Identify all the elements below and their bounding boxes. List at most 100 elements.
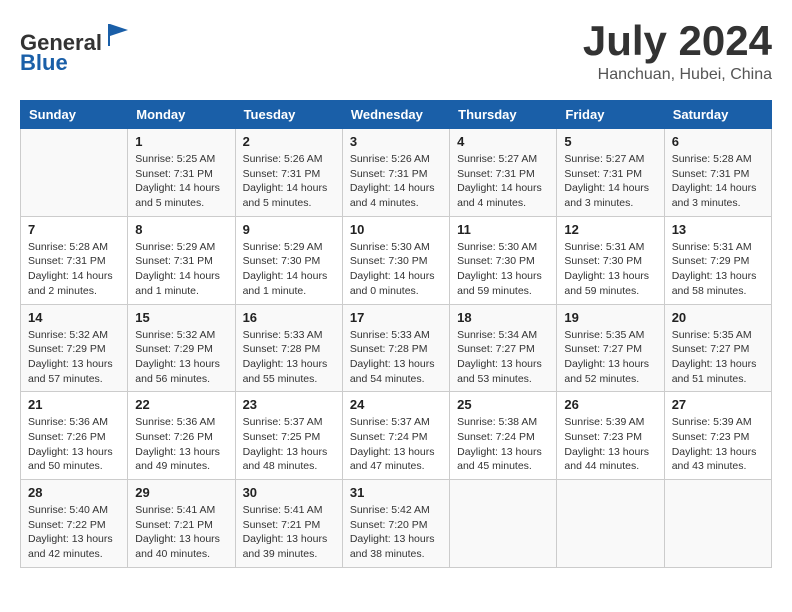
day-info: Sunrise: 5:37 AMSunset: 7:25 PMDaylight:… <box>243 415 335 474</box>
calendar-cell: 25 Sunrise: 5:38 AMSunset: 7:24 PMDayligh… <box>450 392 557 480</box>
calendar-cell: 11 Sunrise: 5:30 AMSunset: 7:30 PMDayligh… <box>450 216 557 304</box>
day-info: Sunrise: 5:29 AMSunset: 7:31 PMDaylight:… <box>135 240 227 299</box>
day-number: 26 <box>564 397 656 412</box>
calendar-cell: 3 Sunrise: 5:26 AMSunset: 7:31 PMDaylight… <box>342 129 449 217</box>
day-info: Sunrise: 5:33 AMSunset: 7:28 PMDaylight:… <box>243 328 335 387</box>
calendar-header: SundayMondayTuesdayWednesdayThursdayFrid… <box>21 101 772 129</box>
day-info: Sunrise: 5:39 AMSunset: 7:23 PMDaylight:… <box>672 415 764 474</box>
calendar-cell: 28Sunrise: 5:40 AMSunset: 7:22 PMDayligh… <box>21 480 128 568</box>
calendar-cell: 21 Sunrise: 5:36 AMSunset: 7:26 PMDayligh… <box>21 392 128 480</box>
day-info: Sunrise: 5:26 AMSunset: 7:31 PMDaylight:… <box>243 152 335 211</box>
day-info: Sunrise: 5:27 AMSunset: 7:31 PMDaylight:… <box>457 152 549 211</box>
calendar-cell: 10 Sunrise: 5:30 AMSunset: 7:30 PMDayligh… <box>342 216 449 304</box>
day-number: 6 <box>672 134 764 149</box>
day-info: Sunrise: 5:35 AMSunset: 7:27 PMDaylight:… <box>564 328 656 387</box>
calendar-cell: 4 Sunrise: 5:27 AMSunset: 7:31 PMDaylight… <box>450 129 557 217</box>
month-title: July 2024 <box>583 20 772 62</box>
location-text: Hanchuan, Hubei, China <box>583 66 772 84</box>
day-number: 12 <box>564 222 656 237</box>
calendar-cell: 12 Sunrise: 5:31 AMSunset: 7:30 PMDayligh… <box>557 216 664 304</box>
page-header: General Blue July 2024 Hanchuan, Hubei, … <box>20 20 772 84</box>
calendar-cell: 20Sunrise: 5:35 AMSunset: 7:27 PMDayligh… <box>664 304 771 392</box>
logo: General Blue <box>20 20 134 75</box>
day-number: 8 <box>135 222 227 237</box>
day-number: 29 <box>135 485 227 500</box>
calendar-cell: 18 Sunrise: 5:34 AMSunset: 7:27 PMDayligh… <box>450 304 557 392</box>
day-info: Sunrise: 5:36 AMSunset: 7:26 PMDaylight:… <box>28 415 120 474</box>
calendar-cell: 24 Sunrise: 5:37 AMSunset: 7:24 PMDayligh… <box>342 392 449 480</box>
day-number: 14 <box>28 310 120 325</box>
day-info: Sunrise: 5:37 AMSunset: 7:24 PMDaylight:… <box>350 415 442 474</box>
day-info: Sunrise: 5:42 AMSunset: 7:20 PMDaylight:… <box>350 503 442 562</box>
col-header-sunday: Sunday <box>21 101 128 129</box>
calendar-cell <box>450 480 557 568</box>
day-info: Sunrise: 5:35 AMSunset: 7:27 PMDaylight:… <box>672 328 764 387</box>
calendar-cell <box>664 480 771 568</box>
day-info: Sunrise: 5:38 AMSunset: 7:24 PMDaylight:… <box>457 415 549 474</box>
day-number: 23 <box>243 397 335 412</box>
day-number: 9 <box>243 222 335 237</box>
day-info: Sunrise: 5:28 AMSunset: 7:31 PMDaylight:… <box>28 240 120 299</box>
calendar-cell: 5 Sunrise: 5:27 AMSunset: 7:31 PMDaylight… <box>557 129 664 217</box>
day-number: 11 <box>457 222 549 237</box>
day-info: Sunrise: 5:36 AMSunset: 7:26 PMDaylight:… <box>135 415 227 474</box>
day-number: 5 <box>564 134 656 149</box>
day-info: Sunrise: 5:27 AMSunset: 7:31 PMDaylight:… <box>564 152 656 211</box>
day-info: Sunrise: 5:32 AMSunset: 7:29 PMDaylight:… <box>28 328 120 387</box>
day-number: 21 <box>28 397 120 412</box>
day-number: 31 <box>350 485 442 500</box>
day-number: 10 <box>350 222 442 237</box>
calendar-cell: 2 Sunrise: 5:26 AMSunset: 7:31 PMDaylight… <box>235 129 342 217</box>
calendar-cell: 7 Sunrise: 5:28 AMSunset: 7:31 PMDaylight… <box>21 216 128 304</box>
calendar-cell: 30Sunrise: 5:41 AMSunset: 7:21 PMDayligh… <box>235 480 342 568</box>
calendar-cell: 6 Sunrise: 5:28 AMSunset: 7:31 PMDaylight… <box>664 129 771 217</box>
day-info: Sunrise: 5:29 AMSunset: 7:30 PMDaylight:… <box>243 240 335 299</box>
col-header-monday: Monday <box>128 101 235 129</box>
calendar-cell: 8 Sunrise: 5:29 AMSunset: 7:31 PMDaylight… <box>128 216 235 304</box>
day-number: 13 <box>672 222 764 237</box>
day-info: Sunrise: 5:30 AMSunset: 7:30 PMDaylight:… <box>350 240 442 299</box>
calendar-cell: 16 Sunrise: 5:33 AMSunset: 7:28 PMDayligh… <box>235 304 342 392</box>
day-number: 15 <box>135 310 227 325</box>
calendar-cell: 13 Sunrise: 5:31 AMSunset: 7:29 PMDayligh… <box>664 216 771 304</box>
calendar-cell: 14 Sunrise: 5:32 AMSunset: 7:29 PMDayligh… <box>21 304 128 392</box>
calendar-cell: 1 Sunrise: 5:25 AMSunset: 7:31 PMDaylight… <box>128 129 235 217</box>
day-number: 16 <box>243 310 335 325</box>
day-info: Sunrise: 5:41 AMSunset: 7:21 PMDaylight:… <box>135 503 227 562</box>
day-number: 3 <box>350 134 442 149</box>
calendar-cell: 22Sunrise: 5:36 AMSunset: 7:26 PMDayligh… <box>128 392 235 480</box>
col-header-wednesday: Wednesday <box>342 101 449 129</box>
calendar-table: SundayMondayTuesdayWednesdayThursdayFrid… <box>20 100 772 568</box>
day-info: Sunrise: 5:39 AMSunset: 7:23 PMDaylight:… <box>564 415 656 474</box>
calendar-cell: 19Sunrise: 5:35 AMSunset: 7:27 PMDayligh… <box>557 304 664 392</box>
day-info: Sunrise: 5:40 AMSunset: 7:22 PMDaylight:… <box>28 503 120 562</box>
day-info: Sunrise: 5:41 AMSunset: 7:21 PMDaylight:… <box>243 503 335 562</box>
day-number: 17 <box>350 310 442 325</box>
day-info: Sunrise: 5:26 AMSunset: 7:31 PMDaylight:… <box>350 152 442 211</box>
day-info: Sunrise: 5:28 AMSunset: 7:31 PMDaylight:… <box>672 152 764 211</box>
calendar-cell: 27 Sunrise: 5:39 AMSunset: 7:23 PMDayligh… <box>664 392 771 480</box>
day-number: 1 <box>135 134 227 149</box>
title-block: July 2024 Hanchuan, Hubei, China <box>583 20 772 84</box>
day-number: 4 <box>457 134 549 149</box>
day-info: Sunrise: 5:31 AMSunset: 7:29 PMDaylight:… <box>672 240 764 299</box>
day-info: Sunrise: 5:31 AMSunset: 7:30 PMDaylight:… <box>564 240 656 299</box>
day-number: 2 <box>243 134 335 149</box>
col-header-saturday: Saturday <box>664 101 771 129</box>
calendar-cell: 31 Sunrise: 5:42 AMSunset: 7:20 PMDayligh… <box>342 480 449 568</box>
day-number: 25 <box>457 397 549 412</box>
day-number: 27 <box>672 397 764 412</box>
day-number: 24 <box>350 397 442 412</box>
col-header-friday: Friday <box>557 101 664 129</box>
day-info: Sunrise: 5:30 AMSunset: 7:30 PMDaylight:… <box>457 240 549 299</box>
day-info: Sunrise: 5:34 AMSunset: 7:27 PMDaylight:… <box>457 328 549 387</box>
day-number: 18 <box>457 310 549 325</box>
calendar-cell: 23 Sunrise: 5:37 AMSunset: 7:25 PMDayligh… <box>235 392 342 480</box>
calendar-cell: 29 Sunrise: 5:41 AMSunset: 7:21 PMDayligh… <box>128 480 235 568</box>
calendar-body: 1 Sunrise: 5:25 AMSunset: 7:31 PMDaylight… <box>21 129 772 568</box>
day-info: Sunrise: 5:25 AMSunset: 7:31 PMDaylight:… <box>135 152 227 211</box>
calendar-cell: 17Sunrise: 5:33 AMSunset: 7:28 PMDayligh… <box>342 304 449 392</box>
logo-flag-icon <box>104 20 134 50</box>
day-number: 7 <box>28 222 120 237</box>
day-info: Sunrise: 5:32 AMSunset: 7:29 PMDaylight:… <box>135 328 227 387</box>
